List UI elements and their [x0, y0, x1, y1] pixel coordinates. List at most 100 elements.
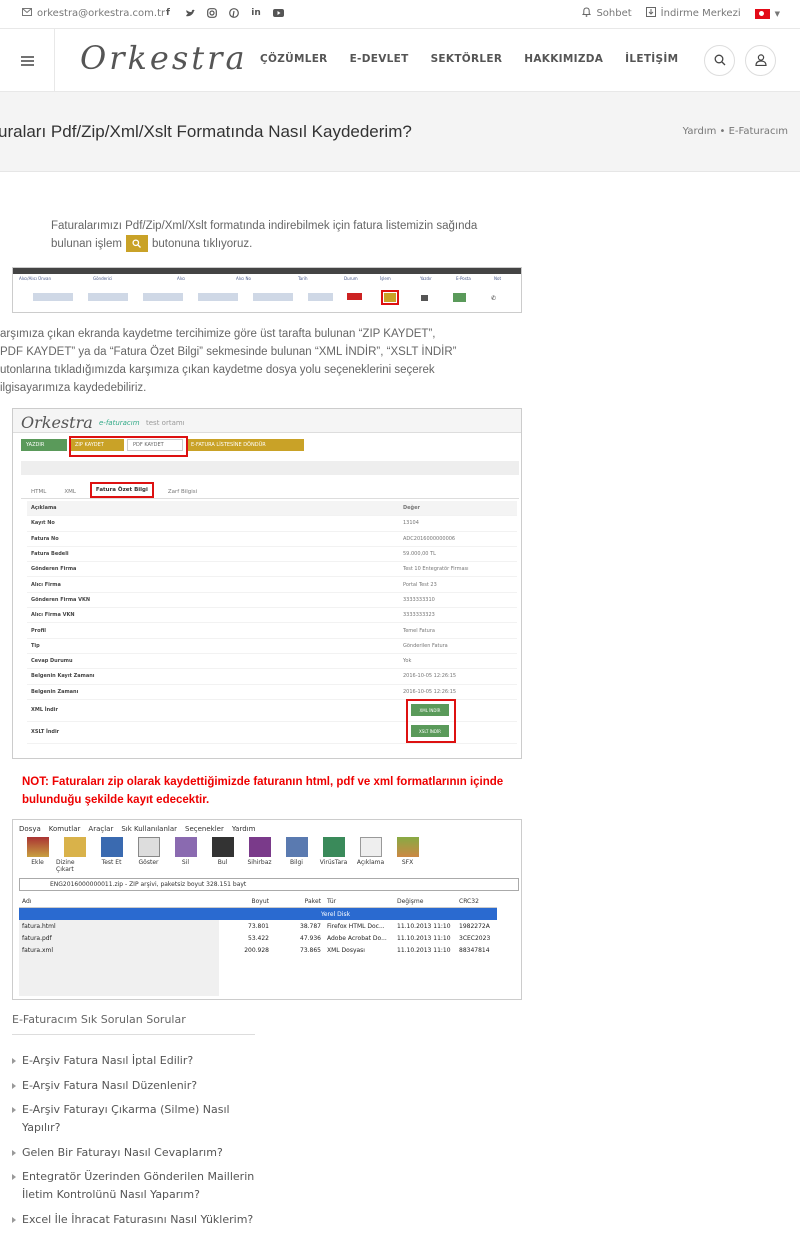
- tool-label: Bul: [217, 859, 228, 866]
- list-header: Alıcı No: [236, 276, 251, 281]
- nav-item-iletisim[interactable]: İLETİŞİM: [625, 53, 678, 65]
- twitter-icon[interactable]: [184, 7, 196, 19]
- tool-label: VirüsTara: [319, 859, 348, 866]
- row-key: Tip: [31, 642, 40, 649]
- language-selector[interactable]: ▼: [754, 8, 780, 19]
- tool-wizard: Sihirbaz: [241, 837, 278, 873]
- faq-list: E-Arşiv Fatura Nasıl İptal Edilir? E-Arş…: [12, 1052, 262, 1235]
- tool-label: SFX: [401, 859, 414, 866]
- toolbar-divider: [21, 461, 519, 475]
- wizard-icon: [248, 837, 271, 857]
- file-name: fatura.html: [22, 922, 56, 930]
- nav-item-sektorler[interactable]: SEKTÖRLER: [431, 53, 503, 65]
- nav-item-hakkimizda[interactable]: HAKKIMIZDA: [524, 53, 603, 65]
- pinterest-icon[interactable]: [228, 7, 240, 19]
- tool-label: Sil: [181, 859, 190, 866]
- menu-item: Yardım: [231, 825, 256, 833]
- download-center-link[interactable]: İndirme Merkezi: [645, 7, 741, 20]
- detail-test: test ortamı: [146, 419, 185, 427]
- intro-line-2b: butonuna tıklıyoruz.: [151, 238, 253, 250]
- file-type: Adobe Acrobat Do...: [327, 934, 387, 942]
- faq-item[interactable]: E-Arşiv Faturayı Çıkarma (Silme) Nasıl Y…: [12, 1101, 262, 1137]
- highlight-box: [69, 436, 188, 457]
- archive-toolbar: Ekle Dizine Çıkart Test Et Göster Sil Bu…: [19, 837, 426, 873]
- row-key: Cevap Durumu: [31, 658, 73, 665]
- faq-item[interactable]: Entegratör Üzerinden Gönderilen Mailleri…: [12, 1168, 262, 1204]
- invoice-list-screenshot: Alıcı/Alıcı Ünvan Gönderici Alıcı Alıcı …: [12, 267, 522, 313]
- tool-delete: Sil: [167, 837, 204, 873]
- tab-html: HTML: [31, 489, 47, 495]
- row-key: Fatura Bedeli: [31, 551, 69, 558]
- tab-summary: Fatura Özet Bilgi: [89, 482, 154, 498]
- row-val: 2016-10-05 12:26:15: [403, 688, 457, 695]
- file-size: 73.801: [248, 922, 269, 930]
- tool-label: Bilgi: [290, 859, 303, 866]
- bell-icon: [582, 7, 592, 20]
- row-val: Test 10 Entegratör Firması: [403, 566, 469, 573]
- email-icon: [453, 293, 466, 302]
- tool-label: Ekle: [31, 859, 44, 866]
- turkey-flag-icon: [754, 8, 770, 19]
- col-header: Paket: [304, 898, 321, 905]
- col-header: Boyut: [251, 898, 270, 905]
- row-key: Alıcı Firma: [31, 581, 61, 588]
- faq-title: E-Faturacım Sık Sorulan Sorular: [12, 1013, 186, 1026]
- list-header: E-Posta: [456, 276, 471, 281]
- tool-label: Dizine Çıkart: [56, 859, 75, 873]
- site-logo[interactable]: Orkestra: [80, 39, 248, 77]
- intro-paragraph: Faturalarımızı Pdf/Zip/Xml/Xslt formatın…: [51, 217, 521, 253]
- row-val: Temel Fatura: [403, 627, 435, 634]
- tool-extract: Dizine Çıkart: [56, 837, 93, 873]
- row-key: Profil: [31, 627, 46, 634]
- caret-down-icon: ▼: [774, 9, 780, 18]
- detail-logo: Orkestra: [21, 413, 93, 432]
- faq-divider: [12, 1034, 255, 1035]
- facebook-icon[interactable]: f: [162, 7, 174, 19]
- explanation-line: ilgisayarımıza kaydedebiliriz.: [0, 382, 147, 394]
- tool-info: Bilgi: [278, 837, 315, 873]
- faq-item[interactable]: Excel İle İhracat Faturasını Nasıl Yükle…: [12, 1211, 262, 1229]
- table-row: Gönderen Firma Test 10 Entegratör Firması: [27, 562, 517, 578]
- zip-note: NOT: Faturaları zip olarak kaydettiğimiz…: [22, 776, 504, 806]
- nav-item-cozumler[interactable]: ÇÖZÜMLER: [260, 53, 328, 65]
- chat-link[interactable]: Sohbet: [582, 7, 632, 20]
- search-button[interactable]: [704, 45, 735, 76]
- tab-envelope: Zarf Bilgisi: [167, 489, 198, 495]
- youtube-icon[interactable]: [272, 7, 284, 19]
- faq-item[interactable]: Gelen Bir Faturayı Nasıl Cevaplarım?: [12, 1144, 262, 1162]
- table-row: Cevap Durumu Yok: [27, 654, 517, 670]
- list-header: Tarih: [298, 276, 308, 281]
- print-icon: [421, 295, 428, 301]
- tool-find: Bul: [204, 837, 241, 873]
- table-row: fatura.html 73.801 38.787 Firefox HTML Doc.…: [19, 920, 497, 932]
- menu-button[interactable]: [0, 29, 55, 91]
- table-row: Alıcı Firma VKN 3333333323: [27, 608, 517, 624]
- email-text: orkestra@orkestra.com.tr: [37, 8, 166, 19]
- menu-item: Sık Kullanılanlar: [121, 825, 178, 833]
- email-link[interactable]: orkestra@orkestra.com.tr: [22, 8, 165, 19]
- linkedin-icon[interactable]: in: [250, 7, 262, 19]
- row-val: 3333333310: [403, 596, 435, 603]
- list-header: Not: [494, 276, 502, 281]
- explanation-line: utonlarına tıkladığımızda karşımıza çıka…: [0, 364, 435, 376]
- return-list-button: E-FATURA LİSTESİNE DÖNDÜR: [186, 439, 304, 451]
- tool-sfx: SFX: [389, 837, 426, 873]
- main-nav: ÇÖZÜMLER E-DEVLET SEKTÖRLER HAKKIMIZDA İ…: [260, 53, 678, 65]
- download-icon: [645, 7, 656, 20]
- nav-item-e-devlet[interactable]: E-DEVLET: [350, 53, 409, 65]
- row-key: Alıcı Firma VKN: [31, 612, 75, 619]
- tool-add: Ekle: [19, 837, 56, 873]
- faq-item[interactable]: E-Arşiv Fatura Nasıl İptal Edilir?: [12, 1052, 262, 1070]
- tool-label: Test Et: [101, 859, 122, 866]
- row-val: Portal Test 23: [403, 581, 437, 588]
- instagram-icon[interactable]: [206, 7, 218, 19]
- faq-item[interactable]: E-Arşiv Fatura Nasıl Düzenlenir?: [12, 1077, 262, 1095]
- table-row: Profil Temel Fatura: [27, 623, 517, 639]
- invoice-detail-screenshot: Orkestra e-faturacım test ortamı YAZDIR …: [12, 408, 522, 759]
- tool-comment: Açıklama: [352, 837, 389, 873]
- breadcrumb[interactable]: Yardım • E-Faturacım: [683, 126, 788, 137]
- user-button[interactable]: [745, 45, 776, 76]
- file-date: 11.10.2013 11:10: [397, 922, 451, 930]
- file-size: 53.422: [248, 934, 269, 942]
- info-icon: [285, 837, 308, 857]
